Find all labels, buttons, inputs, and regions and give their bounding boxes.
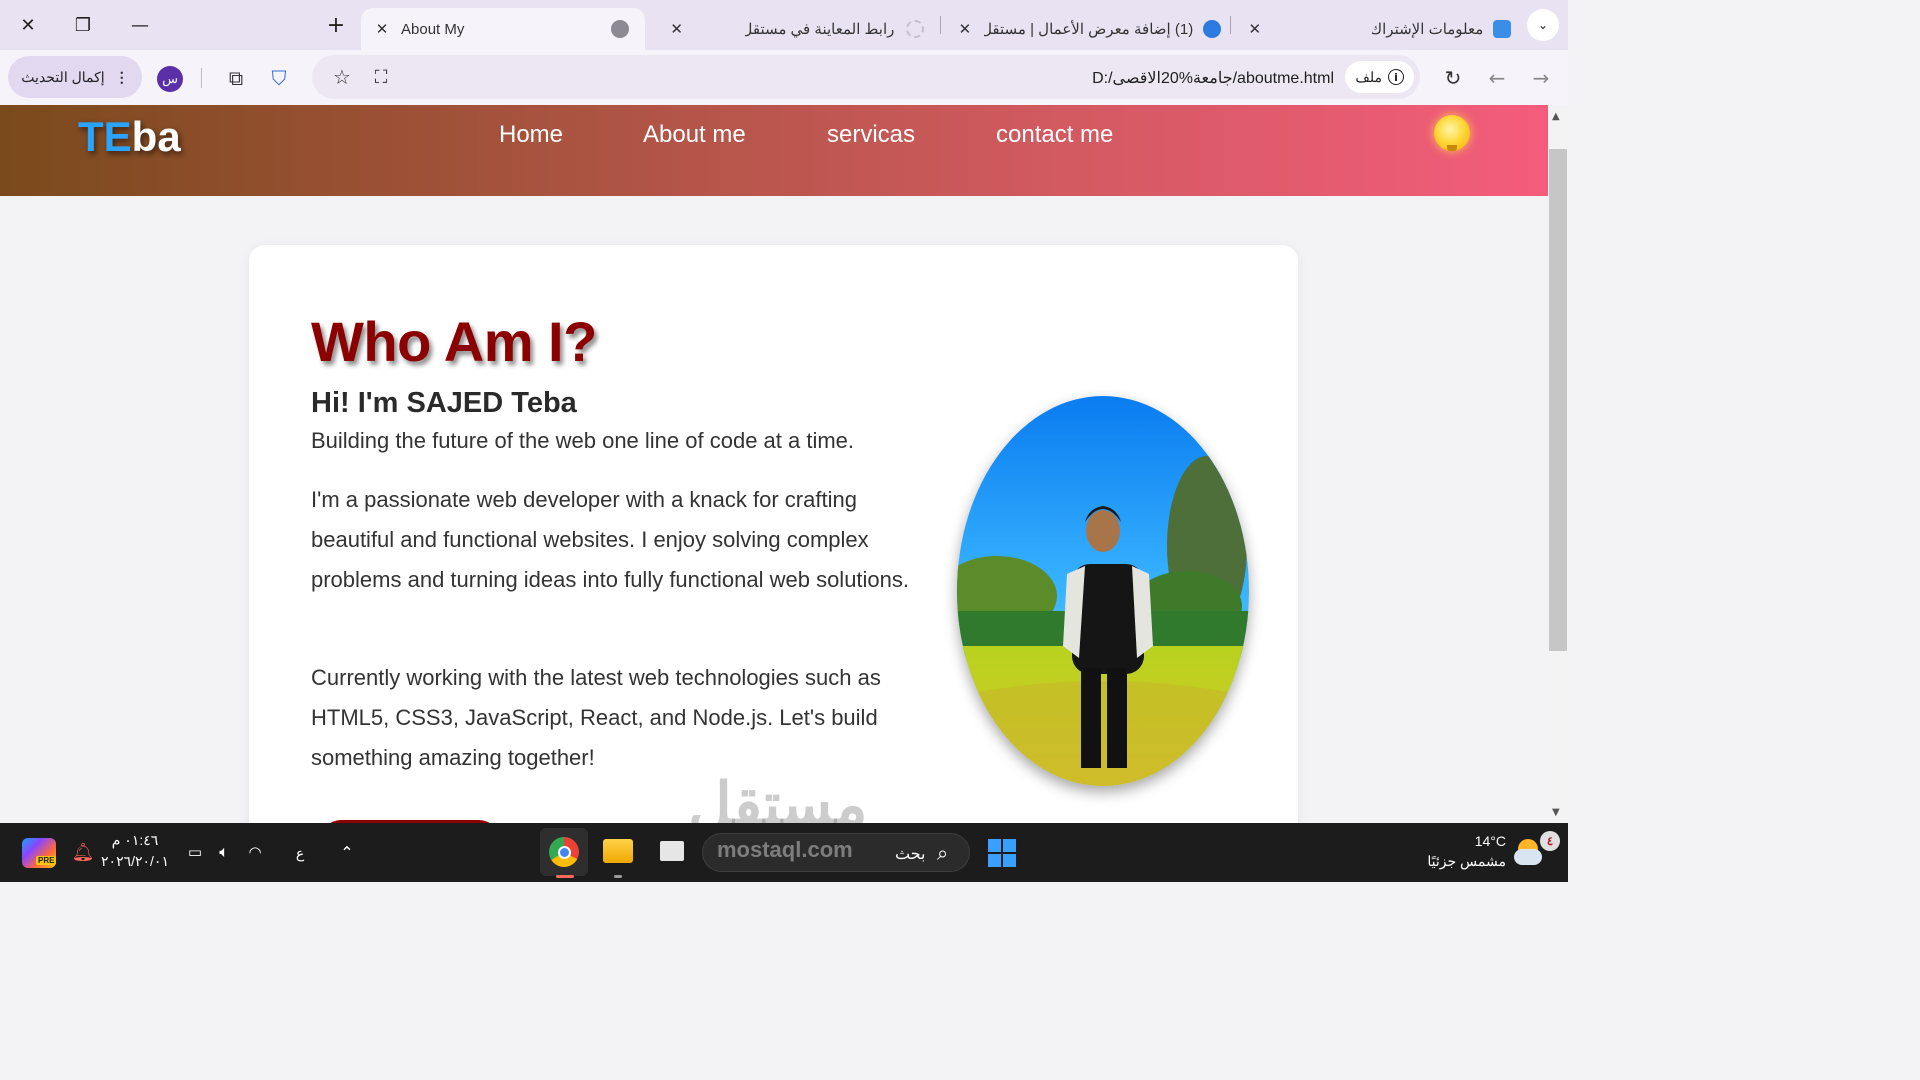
site-info-label: ملف <box>1355 68 1382 85</box>
about-card: Who Am I? Hi! I'm SAJED Teba Building th… <box>249 245 1298 823</box>
bookmark-star-icon[interactable]: ☆ <box>329 64 355 90</box>
tab-label: (1) إضافة معرض الأعمال | مستقل <box>983 21 1194 38</box>
tab-separator <box>1230 16 1231 34</box>
page-viewport: TEba Home About me servicas contact me W… <box>0 105 1548 823</box>
subscription-favicon-icon <box>1493 20 1511 38</box>
language-indicator[interactable]: ع <box>290 843 310 863</box>
close-window-icon[interactable]: ✕ <box>10 8 46 42</box>
tab-add-portfolio[interactable]: ✕ (1) إضافة معرض الأعمال | مستقل <box>950 8 1225 50</box>
logo-part-blue: TE <box>78 113 132 160</box>
loading-favicon-icon <box>906 20 924 38</box>
tab-close-icon[interactable]: ✕ <box>666 20 687 38</box>
watermark-latin: mostaql.com <box>717 837 853 862</box>
nav-contact-link[interactable]: contact me <box>996 121 1113 149</box>
wifi-icon[interactable]: ◠ <box>244 841 266 863</box>
tab-close-icon[interactable]: ✕ <box>954 20 976 38</box>
more-menu-icon: ⋮ <box>114 68 129 85</box>
reload-icon[interactable]: ↻ <box>1440 65 1466 91</box>
logo-part-white: ba <box>131 113 181 160</box>
nav-about-link[interactable]: About me <box>643 121 746 149</box>
app-window-icon[interactable] <box>656 837 688 865</box>
active-app-indicator <box>556 875 574 878</box>
running-app-indicator <box>614 875 622 878</box>
site-info-chip[interactable]: ملف i <box>1345 61 1414 93</box>
about-paragraph-2: Currently working with the latest web te… <box>311 665 881 770</box>
battery-icon[interactable]: ▭ <box>184 841 206 863</box>
about-heading: Who Am I? <box>311 310 597 373</box>
about-paragraph-1: I'm a passionate web developer with a kn… <box>311 487 910 592</box>
update-label: إكمال التحديث <box>21 68 105 85</box>
profile-photo <box>957 396 1249 786</box>
minimize-window-icon[interactable]: — <box>122 8 158 42</box>
info-icon: i <box>1388 69 1404 85</box>
nav-services-link[interactable]: servicas <box>827 121 915 149</box>
tab-subscription-info[interactable]: ✕ معلومات الإشتراك <box>1240 8 1515 50</box>
mostaql-favicon-icon <box>1203 20 1221 38</box>
shield-extension-icon[interactable]: ⛉ <box>266 65 292 91</box>
weather-description[interactable]: مشمس جزئيًا <box>1420 853 1506 870</box>
tab-strip: ✕ ❐ — + ✕ About My ✕ رابط المعاينة في مس… <box>0 0 1568 50</box>
globe-icon <box>611 20 629 38</box>
back-arrow-icon[interactable]: ← <box>1484 65 1510 91</box>
copilot-badge: PRE <box>36 856 57 865</box>
new-tab-plus-icon[interactable]: + <box>318 8 354 42</box>
address-bar[interactable]: ☆ ⛶ D:/جامعة%20الاقصى/aboutme.html ملف i <box>312 55 1420 99</box>
tab-close-icon[interactable]: ✕ <box>371 20 393 38</box>
clock-time[interactable]: ٠١:٤٦ م <box>100 832 170 849</box>
tab-close-icon[interactable]: ✕ <box>1244 20 1266 38</box>
theme-toggle-bulb-icon[interactable] <box>1434 115 1470 151</box>
page-scrollbar[interactable]: ▲ ▼ <box>1548 105 1568 823</box>
forward-arrow-icon[interactable]: → <box>1528 65 1554 91</box>
clock-date[interactable]: ٢٠٢٦/٢٠/٠١ <box>100 853 170 870</box>
search-icon: ⌕ <box>937 841 949 865</box>
copilot-icon[interactable]: PRE <box>22 838 57 868</box>
url-text[interactable]: D:/جامعة%20الاقصى/aboutme.html <box>1092 68 1334 88</box>
site-logo[interactable]: TEba <box>78 113 181 161</box>
tab-preview-link[interactable]: ✕ رابط المعاينة في مستقل <box>660 8 930 50</box>
volume-icon[interactable]: 🔈︎ <box>213 841 235 863</box>
tab-label: معلومات الإشتراك <box>1371 21 1484 38</box>
site-header: TEba Home About me servicas contact me <box>0 105 1548 196</box>
tab-label: About My <box>401 20 465 38</box>
toolbar-separator <box>201 68 202 88</box>
taskbar-search-box[interactable]: mostaql.com بحث ⌕ <box>702 833 970 872</box>
profile-avatar[interactable]: س <box>157 66 183 92</box>
scroll-up-arrow-icon[interactable]: ▲ <box>1552 111 1560 122</box>
tab-separator <box>940 16 941 34</box>
chrome-logo-icon <box>549 837 579 867</box>
tab-label: رابط المعاينة في مستقل <box>745 21 895 38</box>
scroll-down-arrow-icon[interactable]: ▼ <box>1552 807 1560 818</box>
tagline: Building the future of the web one line … <box>311 428 855 453</box>
intro-name: Hi! I'm SAJED Teba <box>311 387 577 419</box>
browser-toolbar: إكمال التحديث ⋮ ⧉ ⛉ ☆ ⛶ D:/جامعة%20الاقص… <box>0 50 1568 105</box>
search-label: بحث <box>895 846 926 863</box>
restore-window-icon[interactable]: ❐ <box>65 8 101 42</box>
notification-bell-icon[interactable]: 🔔︎ <box>72 841 95 863</box>
windows-taskbar: PRE 🔔︎ ٠١:٤٦ م ٢٠٢٦/٢٠/٠١ ▭ 🔈︎ ◠ ع ⌃ mos… <box>0 823 1568 882</box>
weather-temperature[interactable]: 14°C <box>1466 833 1506 849</box>
translate-icon[interactable]: ⛶ <box>368 64 394 90</box>
nav-home-link[interactable]: Home <box>499 121 563 149</box>
file-explorer-icon[interactable] <box>600 835 636 867</box>
tab-search-chevron-icon[interactable]: ⌄ <box>1527 9 1559 41</box>
finish-update-button[interactable]: إكمال التحديث ⋮ <box>8 56 142 98</box>
weather-badge: ٤ <box>1540 831 1560 851</box>
windows-start-icon[interactable] <box>986 837 1018 869</box>
scrollbar-thumb[interactable] <box>1549 149 1567 651</box>
extensions-puzzle-icon[interactable]: ⧉ <box>223 65 249 91</box>
show-hidden-icons-chevron-icon[interactable]: ⌃ <box>336 841 358 863</box>
tab-about-my[interactable]: ✕ About My <box>361 8 645 50</box>
chrome-taskbar-icon[interactable] <box>540 828 588 876</box>
